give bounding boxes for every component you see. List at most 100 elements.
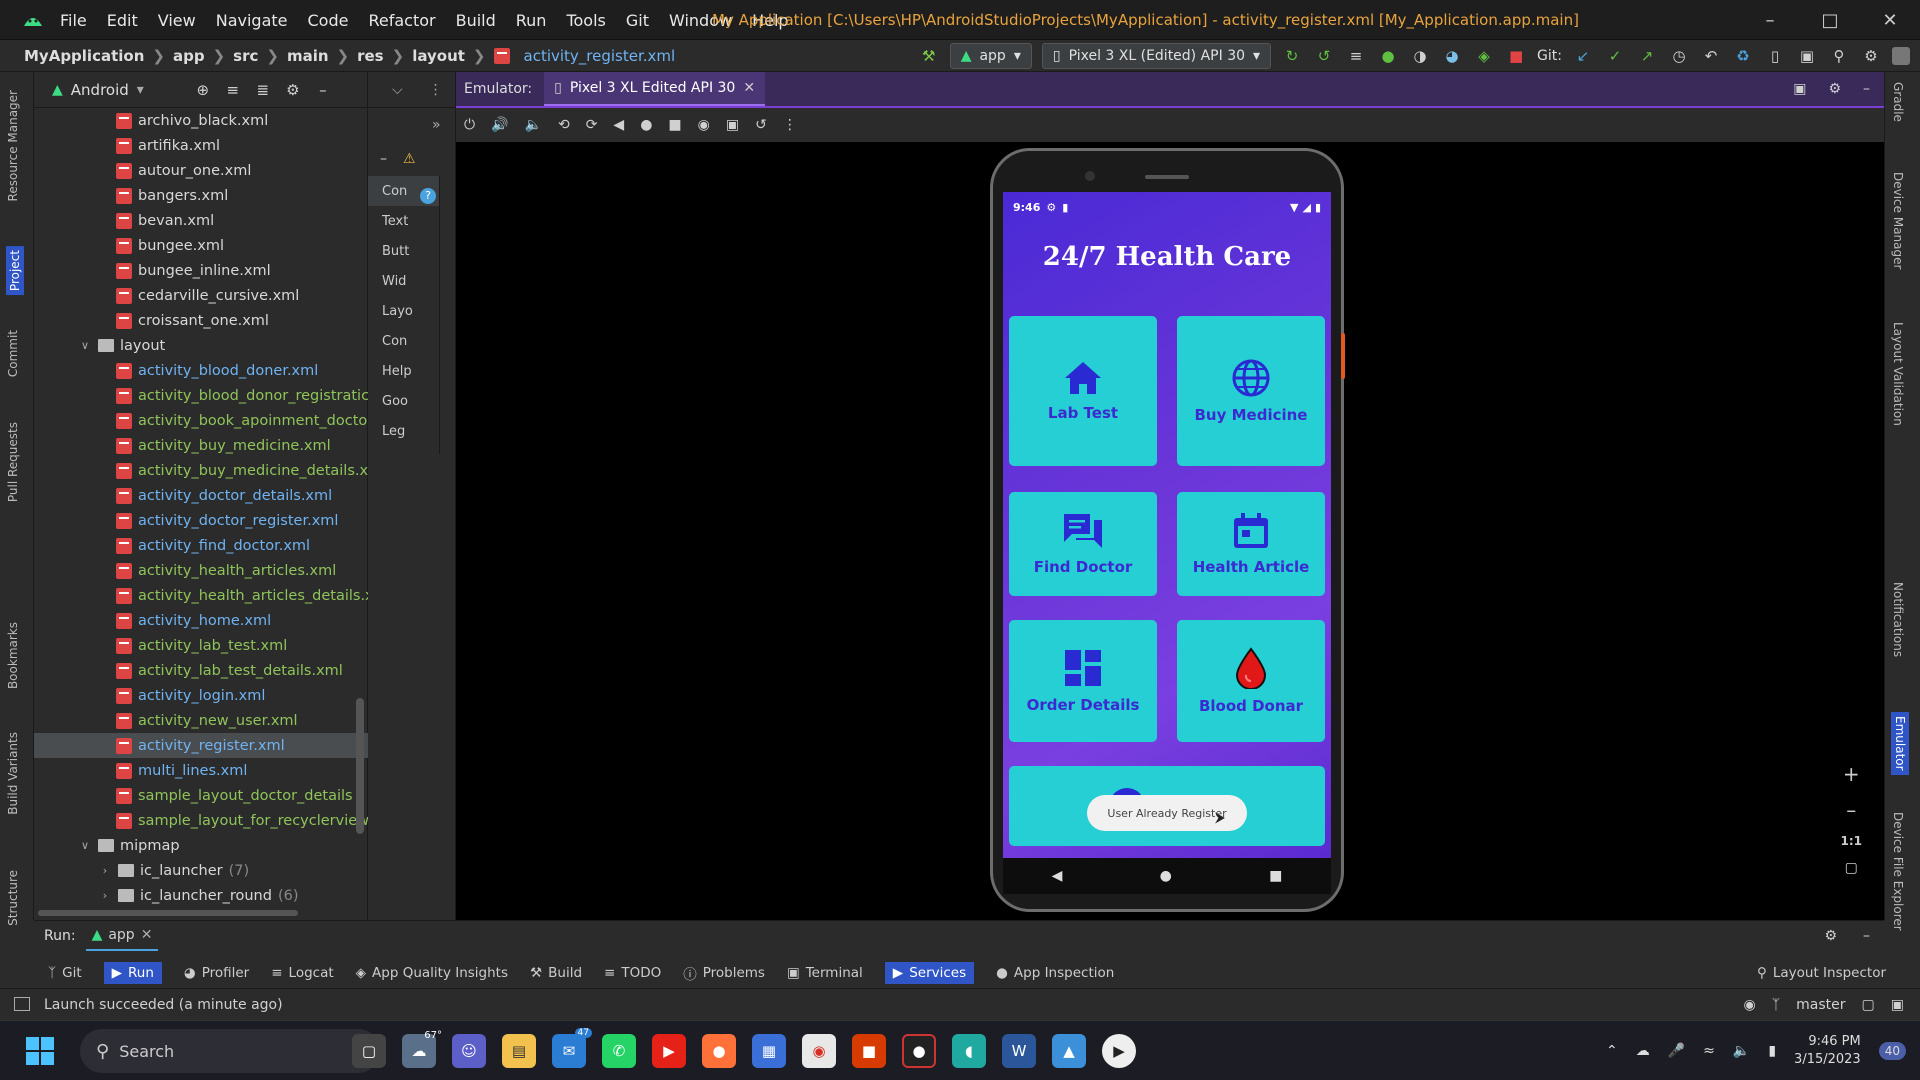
breadcrumb-item[interactable]: layout: [412, 47, 465, 65]
notification-badge[interactable]: 40: [1878, 1042, 1906, 1060]
power-icon[interactable]: ⏻: [464, 117, 475, 133]
volume-up-icon[interactable]: 🔊: [491, 117, 508, 133]
zoom-out-icon[interactable]: –: [1846, 798, 1856, 822]
logcat-tool-button[interactable]: ≡ Logcat: [271, 965, 333, 981]
palette-category[interactable]: Con: [368, 326, 439, 356]
buy-medicine-card[interactable]: Buy Medicine: [1177, 316, 1325, 466]
palette-category[interactable]: Goo: [368, 386, 439, 416]
expand-all-icon[interactable]: ≡: [222, 79, 244, 101]
chevron-down-icon[interactable]: ∨: [78, 339, 92, 352]
expand-right-icon[interactable]: »: [432, 117, 441, 133]
tree-file[interactable]: multi_lines.xml: [34, 758, 368, 783]
git-commit-icon[interactable]: ✓: [1604, 45, 1626, 67]
file-explorer-icon[interactable]: ▤: [502, 1034, 536, 1068]
menu-navigate[interactable]: Navigate: [216, 11, 288, 30]
weather-icon[interactable]: ☁ 67°: [402, 1030, 442, 1068]
media-player-icon[interactable]: ▶: [1102, 1034, 1136, 1068]
tree-folder[interactable]: ∨ mipmap: [34, 833, 368, 858]
tree-file[interactable]: croissant_one.xml: [34, 308, 368, 333]
device-select[interactable]: ▯ Pixel 3 XL (Edited) API 30 ▾: [1041, 43, 1272, 69]
tree-file[interactable]: activity_home.xml: [34, 608, 368, 633]
youtube-icon[interactable]: ▶: [652, 1034, 686, 1068]
tree-horizontal-scrollbar[interactable]: [38, 910, 298, 916]
close-run-tab-icon[interactable]: ✕: [141, 927, 153, 943]
breadcrumb-item[interactable]: app: [173, 47, 205, 65]
firefox-icon[interactable]: ●: [702, 1034, 736, 1068]
git-update-icon[interactable]: ↙: [1572, 45, 1594, 67]
help-icon[interactable]: ?: [420, 188, 436, 204]
todo-tool-button[interactable]: ≡ TODO: [604, 965, 661, 981]
menu-git[interactable]: Git: [626, 11, 649, 30]
tree-file[interactable]: activity_blood_doner.xml: [34, 358, 368, 383]
tree-file[interactable]: activity_buy_medicine_details.xr: [34, 458, 368, 483]
breadcrumb-item[interactable]: res: [357, 47, 384, 65]
chevron-down-icon[interactable]: ∨: [78, 839, 92, 852]
rollback-icon[interactable]: ↶: [1700, 45, 1722, 67]
office-icon[interactable]: ■: [852, 1034, 886, 1068]
tree-vertical-scrollbar[interactable]: [356, 698, 364, 834]
tree-file[interactable]: activity_health_articles.xml: [34, 558, 368, 583]
tree-file[interactable]: activity_blood_donor_registratic: [34, 383, 368, 408]
breadcrumb-item[interactable]: main: [287, 47, 329, 65]
word-icon[interactable]: W: [1002, 1034, 1036, 1068]
sdk-manager-icon[interactable]: ▣: [1796, 45, 1818, 67]
settings-gear-icon[interactable]: ⚙: [1860, 45, 1882, 67]
hide-run-icon[interactable]: –: [1863, 928, 1870, 944]
menu-edit[interactable]: Edit: [107, 11, 138, 30]
actual-size-icon[interactable]: 1:1: [1841, 834, 1863, 848]
rotate-left-icon[interactable]: ⟲: [558, 117, 570, 133]
coverage-icon[interactable]: ◑: [1409, 45, 1431, 67]
run-config-select[interactable]: ▲ app ▾: [949, 43, 1032, 69]
account-icon[interactable]: [1892, 47, 1910, 65]
tree-file[interactable]: activity_doctor_register.xml: [34, 508, 368, 533]
nav-recents-icon[interactable]: ■: [1269, 868, 1282, 884]
palette-category[interactable]: Leg: [368, 416, 439, 446]
notifications-tab[interactable]: Notifications: [1891, 582, 1905, 657]
chevron-down-icon[interactable]: ⌵: [392, 82, 403, 98]
resource-manager-tab[interactable]: Resource Manager: [6, 90, 20, 201]
chevron-right-icon[interactable]: ›: [98, 864, 112, 877]
fit-screen-icon[interactable]: ▢: [1845, 860, 1858, 876]
tree-file[interactable]: cedarville_cursive.xml: [34, 283, 368, 308]
branch-name[interactable]: master: [1796, 997, 1845, 1013]
find-doctor-card[interactable]: Find Doctor: [1009, 492, 1157, 596]
overview-icon[interactable]: ■: [668, 117, 681, 133]
volume-down-icon[interactable]: 🔈: [525, 117, 542, 133]
screenshot-icon[interactable]: ◉: [698, 117, 710, 133]
pull-requests-tab[interactable]: Pull Requests: [6, 422, 20, 502]
snapshot-icon[interactable]: ↺: [755, 117, 767, 133]
eye-icon[interactable]: ◉: [1744, 997, 1756, 1013]
battery-tray-icon[interactable]: ▮: [1768, 1043, 1776, 1059]
tree-file[interactable]: bevan.xml: [34, 208, 368, 233]
layout-inspector-tool-button[interactable]: ⚲ Layout Inspector: [1757, 965, 1886, 981]
apply-changes-icon[interactable]: ↺: [1313, 45, 1335, 67]
minus-icon[interactable]: –: [380, 151, 387, 167]
palette-category[interactable]: Text: [368, 206, 439, 236]
tree-folder[interactable]: › ic_launcher (7): [34, 858, 368, 883]
menu-run[interactable]: Run: [516, 11, 547, 30]
windows-start-icon[interactable]: [26, 1037, 54, 1065]
back-icon[interactable]: ◀: [613, 117, 624, 133]
tree-file[interactable]: activity_lab_test.xml: [34, 633, 368, 658]
breadcrumb-file[interactable]: activity_register.xml: [524, 47, 676, 65]
profile-icon[interactable]: ◕: [1441, 45, 1463, 67]
bookmarks-tab[interactable]: Bookmarks: [6, 622, 20, 689]
tree-file[interactable]: sample_layout_doctor_details: [34, 783, 368, 808]
tree-folder[interactable]: ∨ layout: [34, 333, 368, 358]
hide-emulator-icon[interactable]: –: [1863, 81, 1870, 97]
minimize-button[interactable]: –: [1740, 0, 1800, 40]
tree-folder[interactable]: › ic_launcher_round (6): [34, 883, 368, 908]
run-tool-button[interactable]: ▶ Run: [103, 962, 162, 984]
palette-category[interactable]: Help: [368, 356, 439, 386]
tray-chevron-icon[interactable]: ⌃: [1606, 1043, 1618, 1059]
menu-refactor[interactable]: Refactor: [368, 11, 435, 30]
app-icon[interactable]: ●: [902, 1034, 936, 1068]
tree-file[interactable]: activity_register.xml: [34, 733, 368, 758]
lock-icon[interactable]: ▢: [1862, 997, 1875, 1013]
app-quality-tool-button[interactable]: ◈ App Quality Insights: [356, 965, 508, 981]
more-icon[interactable]: ⋮: [783, 117, 797, 133]
tree-file[interactable]: activity_new_user.xml: [34, 708, 368, 733]
history-icon[interactable]: ◷: [1668, 45, 1690, 67]
task-view-icon[interactable]: ▢: [352, 1034, 386, 1068]
breadcrumb-item[interactable]: MyApplication: [24, 47, 144, 65]
